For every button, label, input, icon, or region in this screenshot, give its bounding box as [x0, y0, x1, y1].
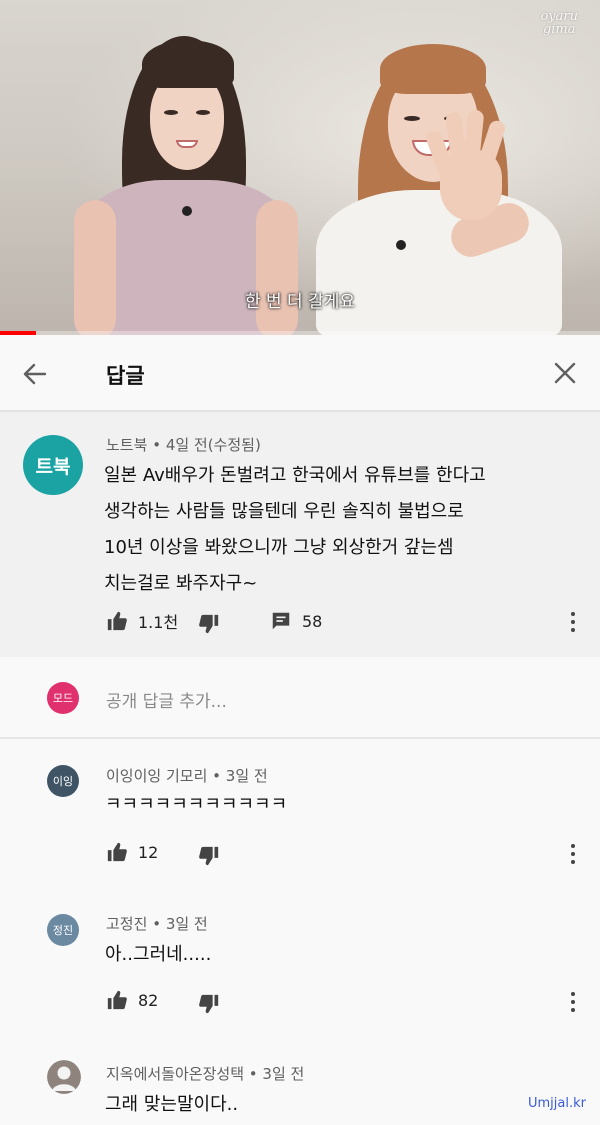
avatar[interactable]: 트북	[23, 435, 83, 495]
arrow-left-icon	[23, 363, 47, 385]
like-button[interactable]: 12	[106, 841, 158, 863]
reply-author[interactable]: 고정진	[106, 915, 147, 933]
dislike-button[interactable]	[198, 845, 220, 867]
reply-item: 지옥에서돌아온장성택 • 3일 전 그래 맞는말이다..	[0, 1035, 600, 1125]
like-count: 82	[138, 990, 159, 1010]
site-watermark: Umjjal.kr	[528, 1096, 586, 1111]
comment-text: 일본 Av배우가 돈벌려고 한국에서 유튜브를 한다고 생각하는 사람들 많을텐…	[104, 458, 486, 602]
comment-icon	[272, 612, 290, 630]
like-count: 12	[138, 842, 159, 862]
comment-line: 일본 Av배우가 돈벌려고 한국에서 유튜브를 한다고	[104, 465, 486, 486]
replies-header: 답글	[0, 335, 600, 412]
page-title: 답글	[106, 364, 145, 388]
comment-line: 10년 이상을 봐왔으니까 그냥 외상한거 갚는셈	[104, 537, 454, 558]
meta-separator: •	[152, 915, 166, 933]
close-button[interactable]	[552, 360, 578, 386]
reply-count: 58	[302, 611, 323, 631]
kebab-dot	[571, 612, 575, 616]
add-reply-row[interactable]: 모드 공개 답글 추가...	[0, 657, 600, 739]
kebab-dot	[571, 992, 575, 996]
kebab-dot	[571, 1000, 575, 1004]
avatar[interactable]	[47, 1060, 81, 1094]
reply-time: 3일 전	[262, 1065, 305, 1083]
reply-meta: 이잉이잉 기모리 • 3일 전	[106, 765, 268, 786]
thumbs-down-icon	[199, 614, 219, 634]
reply-item: 이잉 이잉이잉 기모리 • 3일 전 ㅋㅋㅋㅋㅋㅋㅋㅋㅋㅋㅋ 12	[0, 741, 600, 887]
parent-comment: 트북 노트북 • 4일 전(수정됨) 일본 Av배우가 돈벌려고 한국에서 유튜…	[0, 412, 600, 657]
reply-text: ㅋㅋㅋㅋㅋㅋㅋㅋㅋㅋㅋ	[105, 794, 288, 815]
thumbs-down-icon	[199, 994, 219, 1014]
thumbs-down-icon	[199, 846, 219, 866]
comment-meta: 노트북 • 4일 전(수정됨)	[106, 434, 261, 455]
reply-author[interactable]: 지옥에서돌아온장성택	[106, 1065, 244, 1083]
reply-time: 3일 전	[225, 767, 268, 785]
comment-author[interactable]: 노트북	[106, 436, 147, 454]
add-reply-input[interactable]: 공개 답글 추가...	[106, 687, 227, 712]
thumbs-up-icon	[107, 842, 127, 862]
video-player[interactable]: oyaru gima 한 번 더 갈게요	[0, 0, 600, 335]
video-watermark: oyaru gima	[540, 9, 578, 37]
reply-meta: 고정진 • 3일 전	[106, 913, 208, 934]
thumbs-up-icon	[107, 611, 127, 631]
kebab-dot	[571, 1008, 575, 1012]
kebab-dot	[571, 620, 575, 624]
comment-line: 치는걸로 봐주자구~	[104, 573, 258, 594]
reply-time: 3일 전	[165, 915, 208, 933]
avatar[interactable]: 정진	[47, 914, 79, 946]
like-button[interactable]: 82	[106, 989, 158, 1011]
close-icon	[554, 362, 576, 384]
avatar-label: 이잉	[52, 775, 74, 788]
like-button[interactable]: 1.1천	[106, 609, 178, 633]
thumbs-up-icon	[107, 990, 127, 1010]
avatar-label: 트북	[35, 455, 71, 478]
more-options-button[interactable]	[563, 610, 583, 634]
kebab-dot	[571, 860, 575, 864]
reply-text: 아..그러네.....	[105, 944, 212, 965]
reply-text: 그래 맞는말이다..	[105, 1094, 239, 1115]
kebab-dot	[571, 628, 575, 632]
back-button[interactable]	[20, 359, 50, 389]
more-options-button[interactable]	[563, 842, 583, 866]
kebab-dot	[571, 852, 575, 856]
kebab-dot	[571, 844, 575, 848]
avatar-label: 정진	[52, 924, 74, 937]
avatar[interactable]: 이잉	[47, 765, 79, 797]
reply-item: 정진 고정진 • 3일 전 아..그러네..... 82	[0, 887, 600, 1035]
avatar: 모드	[47, 682, 79, 714]
reply-meta: 지옥에서돌아온장성택 • 3일 전	[106, 1063, 304, 1084]
more-options-button[interactable]	[563, 990, 583, 1014]
avatar-label: 모드	[52, 692, 74, 705]
reply-author[interactable]: 이잉이잉 기모리	[106, 767, 207, 785]
dislike-button[interactable]	[198, 613, 220, 635]
reply-count-button[interactable]: 58	[270, 610, 322, 632]
dislike-button[interactable]	[198, 993, 220, 1015]
comment-line: 생각하는 사람들 많을텐데 우린 솔직히 불법으로	[104, 501, 464, 522]
comment-time: 4일 전(수정됨)	[165, 436, 261, 454]
meta-separator: •	[212, 767, 226, 785]
meta-separator: •	[152, 436, 166, 454]
video-subtitle: 한 번 더 갈게요	[244, 292, 356, 312]
meta-separator: •	[248, 1065, 263, 1083]
like-count: 1.1천	[138, 613, 179, 632]
default-avatar-icon	[47, 1060, 81, 1094]
